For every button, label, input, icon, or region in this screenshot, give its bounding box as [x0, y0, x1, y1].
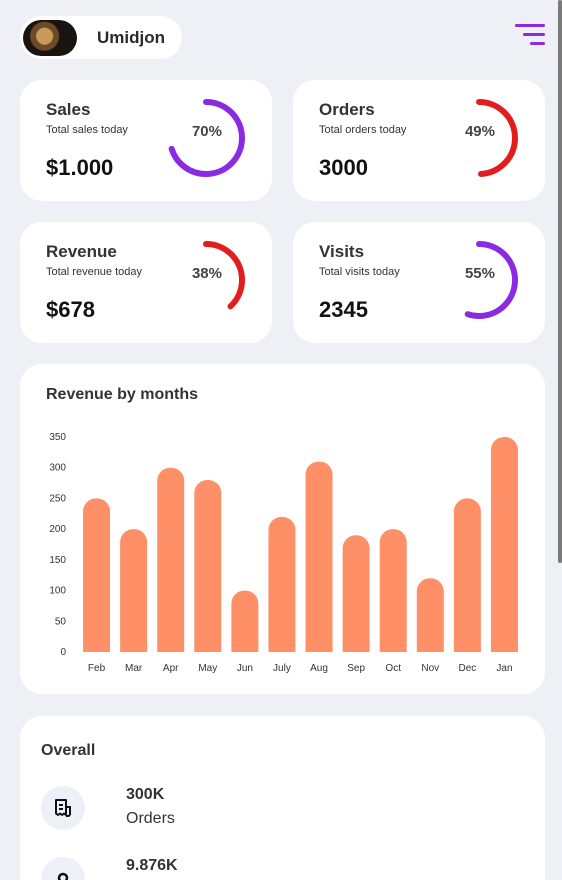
x-tick-label: July [273, 663, 291, 674]
bar [157, 467, 185, 652]
bar [342, 535, 370, 652]
stat-card-visits: Visits Total visits today 2345 55% [293, 222, 545, 343]
stat-subtitle: Total revenue today [46, 266, 143, 278]
stat-title: Sales [46, 100, 91, 119]
stat-card-sales: Sales Total sales today $1.000 70% [20, 80, 272, 201]
overall-card: Overall 300K Orders 9.876K [20, 716, 545, 880]
bar [379, 529, 407, 652]
overall-item-visits: 9.876K [41, 857, 521, 880]
top-bar: Umidjon [20, 16, 545, 60]
user-profile-pill[interactable]: Umidjon [20, 16, 182, 59]
stat-subtitle: Total visits today [319, 266, 400, 278]
x-tick-label: Jun [237, 663, 253, 674]
bar [416, 578, 444, 652]
avatar [23, 19, 77, 56]
overall-label: Orders [126, 810, 175, 827]
stat-title: Visits [319, 242, 365, 261]
stat-subtitle: Total orders today [319, 124, 407, 136]
x-tick-label: Apr [163, 663, 179, 674]
stat-value: 3000 [319, 155, 368, 180]
stat-card-revenue: Revenue Total revenue today $678 38% [20, 222, 272, 343]
receipt-icon [41, 786, 85, 830]
y-tick-label: 350 [49, 432, 66, 443]
revenue-chart-card: Revenue by months 0 50 100 150 200 250 300 350 F… [20, 364, 545, 694]
bar [83, 498, 111, 652]
progress-percent: 55% [464, 265, 495, 282]
overall-item-orders: 300K Orders [41, 786, 521, 836]
stat-card-orders: Orders Total orders today 3000 49% [293, 80, 545, 201]
stat-subtitle: Total sales today [46, 124, 128, 136]
y-tick-label: 0 [60, 647, 66, 658]
progress-percent: 38% [191, 265, 222, 282]
y-tick-label: 50 [55, 616, 67, 627]
bar [120, 529, 148, 652]
stat-value: $678 [46, 297, 95, 322]
scrollbar[interactable] [558, 0, 562, 563]
bar [194, 480, 222, 652]
y-tick-label: 250 [49, 493, 66, 504]
stat-title: Orders [319, 100, 375, 119]
x-tick-label: Nov [421, 663, 439, 674]
y-tick-label: 100 [49, 586, 66, 597]
x-tick-label: Sep [347, 663, 365, 674]
bar [231, 590, 259, 652]
stat-value: 2345 [319, 297, 368, 322]
progress-percent: 70% [191, 123, 222, 140]
y-tick-label: 200 [49, 524, 66, 535]
x-tick-label: Feb [88, 663, 106, 674]
stat-value: $1.000 [46, 155, 114, 180]
overall-value: 300K [126, 786, 165, 803]
menu-icon[interactable] [515, 24, 545, 50]
user-icon [41, 857, 85, 880]
bar [453, 498, 481, 652]
x-tick-label: Dec [458, 663, 476, 674]
bar [490, 437, 518, 652]
x-tick-label: Jan [496, 663, 512, 674]
bar [268, 516, 296, 652]
y-tick-label: 150 [49, 555, 66, 566]
bar-chart: 0 50 100 150 200 250 300 350 Feb Mar Apr May Jun July… [49, 432, 518, 674]
x-tick-label: Mar [125, 663, 143, 674]
username: Umidjon [97, 27, 165, 47]
x-tick-label: Oct [385, 663, 401, 674]
x-tick-label: Aug [310, 663, 328, 674]
x-tick-label: May [198, 663, 217, 674]
bar [305, 461, 333, 652]
overall-value: 9.876K [126, 857, 178, 874]
overall-title: Overall [41, 742, 96, 759]
stat-title: Revenue [46, 242, 117, 261]
progress-percent: 49% [464, 123, 495, 140]
y-tick-label: 300 [49, 463, 66, 474]
